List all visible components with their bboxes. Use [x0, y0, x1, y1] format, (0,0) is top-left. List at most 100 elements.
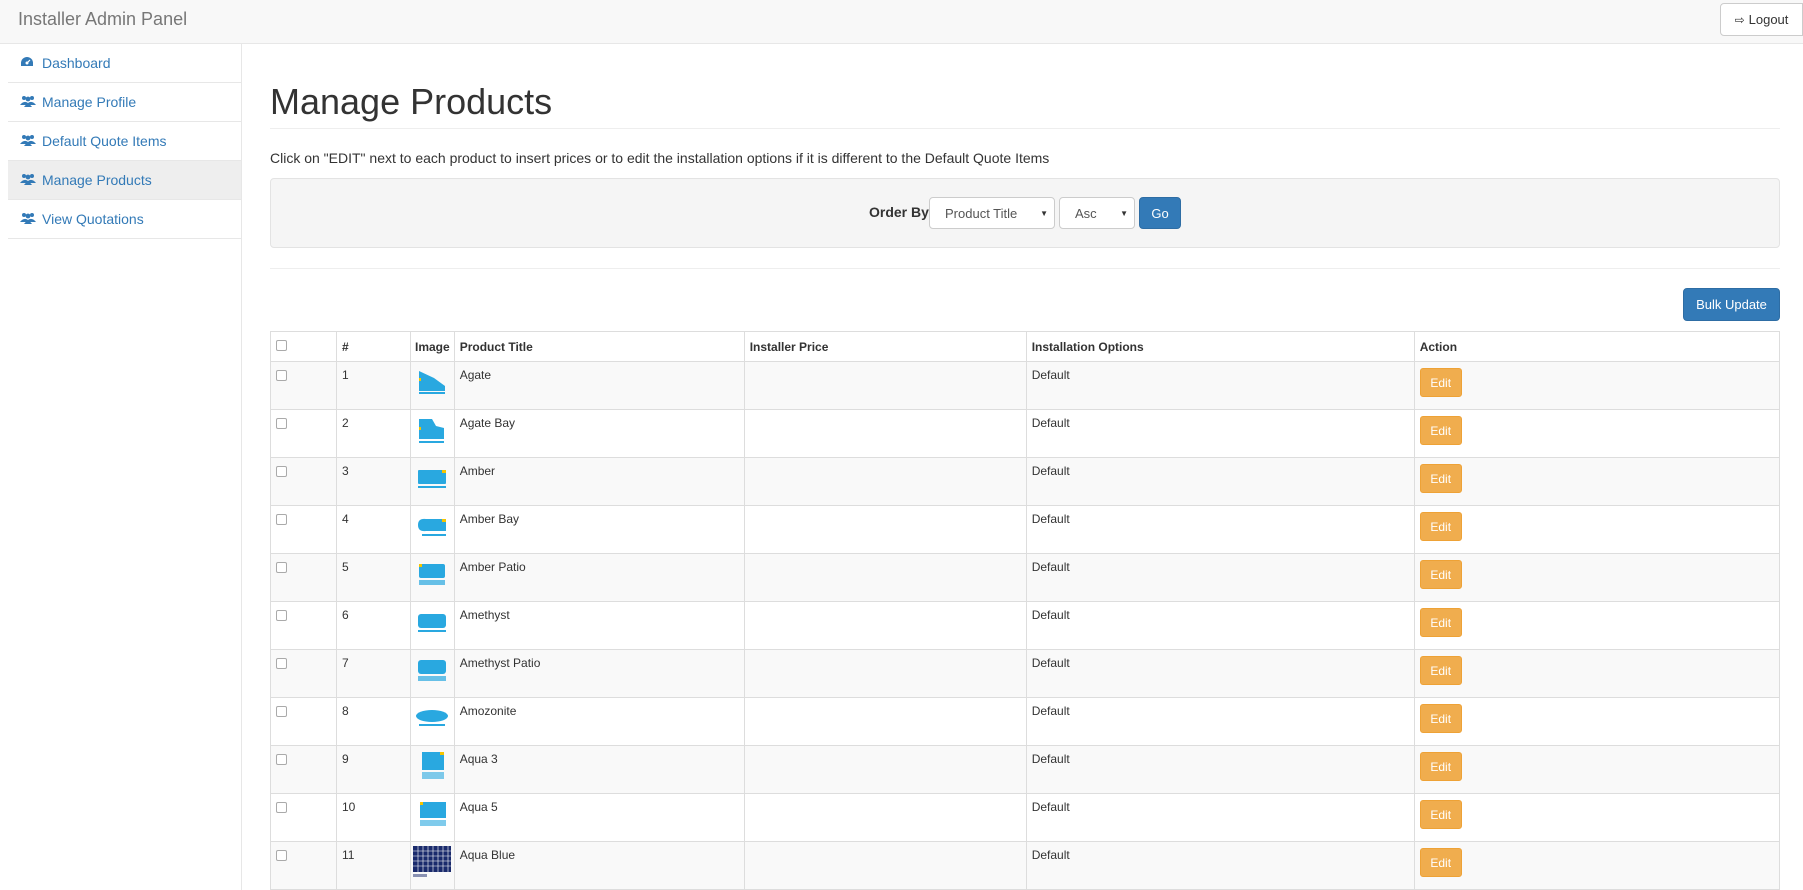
edit-button[interactable]: Edit — [1419, 656, 1462, 685]
installation-options: Default — [1025, 361, 1415, 410]
row-checkbox[interactable] — [276, 418, 287, 429]
row-checkbox[interactable] — [276, 610, 287, 621]
product-title: Aqua 3 — [453, 745, 745, 794]
row-select-cell — [270, 457, 337, 506]
header-action: Action — [1413, 331, 1781, 362]
product-title: Aqua Blue — [453, 841, 745, 890]
table-row: 11 Aqua Blue Default Edit — [270, 841, 1781, 890]
order-filter-panel: Order By Product Title ▼ Asc ▼ Go — [270, 178, 1780, 248]
row-number: 10 — [336, 793, 411, 842]
select-all-checkbox[interactable] — [276, 339, 287, 351]
table-row: 3 Amber Default Edit — [270, 457, 1781, 506]
page-title: Manage Products — [270, 81, 553, 122]
product-title: Amozonite — [453, 697, 745, 746]
installer-price — [743, 409, 1027, 458]
row-select-cell — [270, 601, 337, 650]
sidebar-item-dashboard[interactable]: Dashboard — [8, 44, 241, 83]
row-action-cell: Edit — [1413, 361, 1781, 410]
row-action-cell: Edit — [1413, 505, 1781, 554]
edit-button[interactable]: Edit — [1419, 848, 1462, 877]
installation-options: Default — [1025, 793, 1415, 842]
sidebar-item-label: Manage Products — [42, 172, 152, 188]
row-select-cell — [270, 697, 337, 746]
order-field-value: Product Title — [945, 205, 1018, 221]
installer-price — [743, 745, 1027, 794]
row-checkbox[interactable] — [276, 466, 287, 477]
sidebar-item-manage-products[interactable]: Manage Products — [8, 161, 241, 200]
installation-options: Default — [1025, 745, 1415, 794]
header-num: # — [336, 331, 411, 362]
row-checkbox[interactable] — [276, 514, 287, 525]
row-action-cell: Edit — [1413, 409, 1781, 458]
table-row: 9 Aqua 3 Default Edit — [270, 745, 1781, 794]
installation-options: Default — [1025, 841, 1415, 890]
product-title: Amber Bay — [453, 505, 745, 554]
product-thumbnail — [410, 553, 455, 602]
logout-button[interactable]: ⇨ Logout — [1720, 3, 1803, 36]
row-select-cell — [270, 649, 337, 698]
edit-button[interactable]: Edit — [1419, 560, 1462, 589]
product-title: Amber Patio — [453, 553, 745, 602]
edit-button[interactable]: Edit — [1419, 416, 1462, 445]
installation-options: Default — [1025, 601, 1415, 650]
row-number: 2 — [336, 409, 411, 458]
product-thumbnail — [410, 361, 455, 410]
installation-options: Default — [1025, 553, 1415, 602]
brand-title[interactable]: Installer Admin Panel — [18, 9, 187, 30]
table-row: 7 Amethyst Patio Default Edit — [270, 649, 1781, 698]
installer-price — [743, 361, 1027, 410]
installer-price — [743, 793, 1027, 842]
product-title: Agate — [453, 361, 745, 410]
installer-price — [743, 649, 1027, 698]
row-checkbox[interactable] — [276, 754, 287, 765]
row-number: 6 — [336, 601, 411, 650]
row-checkbox[interactable] — [276, 658, 287, 669]
edit-button[interactable]: Edit — [1419, 704, 1462, 733]
edit-button[interactable]: Edit — [1419, 800, 1462, 829]
row-action-cell: Edit — [1413, 697, 1781, 746]
top-navbar: Installer Admin Panel ⇨ Logout — [0, 0, 1803, 44]
caret-down-icon: ▼ — [1040, 209, 1048, 218]
product-thumbnail — [410, 793, 455, 842]
row-number: 5 — [336, 553, 411, 602]
row-number: 3 — [336, 457, 411, 506]
instructions-text: Click on "EDIT" next to each product to … — [270, 150, 1050, 166]
bulk-update-button[interactable]: Bulk Update — [1683, 288, 1780, 321]
product-thumbnail — [410, 649, 455, 698]
row-checkbox[interactable] — [276, 802, 287, 813]
users-icon — [20, 212, 36, 226]
order-direction-select[interactable]: Asc ▼ — [1059, 197, 1135, 229]
row-checkbox[interactable] — [276, 562, 287, 573]
row-checkbox[interactable] — [276, 370, 287, 381]
table-row: 2 Agate Bay Default Edit — [270, 409, 1781, 458]
edit-button[interactable]: Edit — [1419, 752, 1462, 781]
product-thumbnail — [410, 745, 455, 794]
sidebar-item-default-quote-items[interactable]: Default Quote Items — [8, 122, 241, 161]
order-field-select[interactable]: Product Title ▼ — [929, 197, 1055, 229]
products-table: # Image Product Title Installer Price In… — [270, 331, 1781, 890]
go-button[interactable]: Go — [1139, 197, 1181, 229]
caret-down-icon: ▼ — [1120, 209, 1128, 218]
sidebar: Dashboard Manage Profile Default Quote I… — [8, 44, 242, 890]
edit-button[interactable]: Edit — [1419, 512, 1462, 541]
edit-button[interactable]: Edit — [1419, 464, 1462, 493]
product-thumbnail — [410, 505, 455, 554]
product-title: Amethyst — [453, 601, 745, 650]
row-action-cell: Edit — [1413, 601, 1781, 650]
row-select-cell — [270, 361, 337, 410]
installer-price — [743, 457, 1027, 506]
sidebar-item-manage-profile[interactable]: Manage Profile — [8, 83, 241, 122]
row-checkbox[interactable] — [276, 706, 287, 717]
row-action-cell: Edit — [1413, 457, 1781, 506]
row-select-cell — [270, 505, 337, 554]
products-table-body: 1 Agate Default Edit 2 Agate Bay Default Edit 3 A… — [270, 361, 1781, 890]
row-select-cell — [270, 745, 337, 794]
product-thumbnail — [410, 601, 455, 650]
header-installer-price: Installer Price — [743, 331, 1027, 362]
sidebar-item-view-quotations[interactable]: View Quotations — [8, 200, 241, 239]
edit-button[interactable]: Edit — [1419, 608, 1462, 637]
sidebar-item-label: View Quotations — [42, 211, 144, 227]
row-checkbox[interactable] — [276, 850, 287, 861]
product-thumbnail — [410, 697, 455, 746]
edit-button[interactable]: Edit — [1419, 368, 1462, 397]
